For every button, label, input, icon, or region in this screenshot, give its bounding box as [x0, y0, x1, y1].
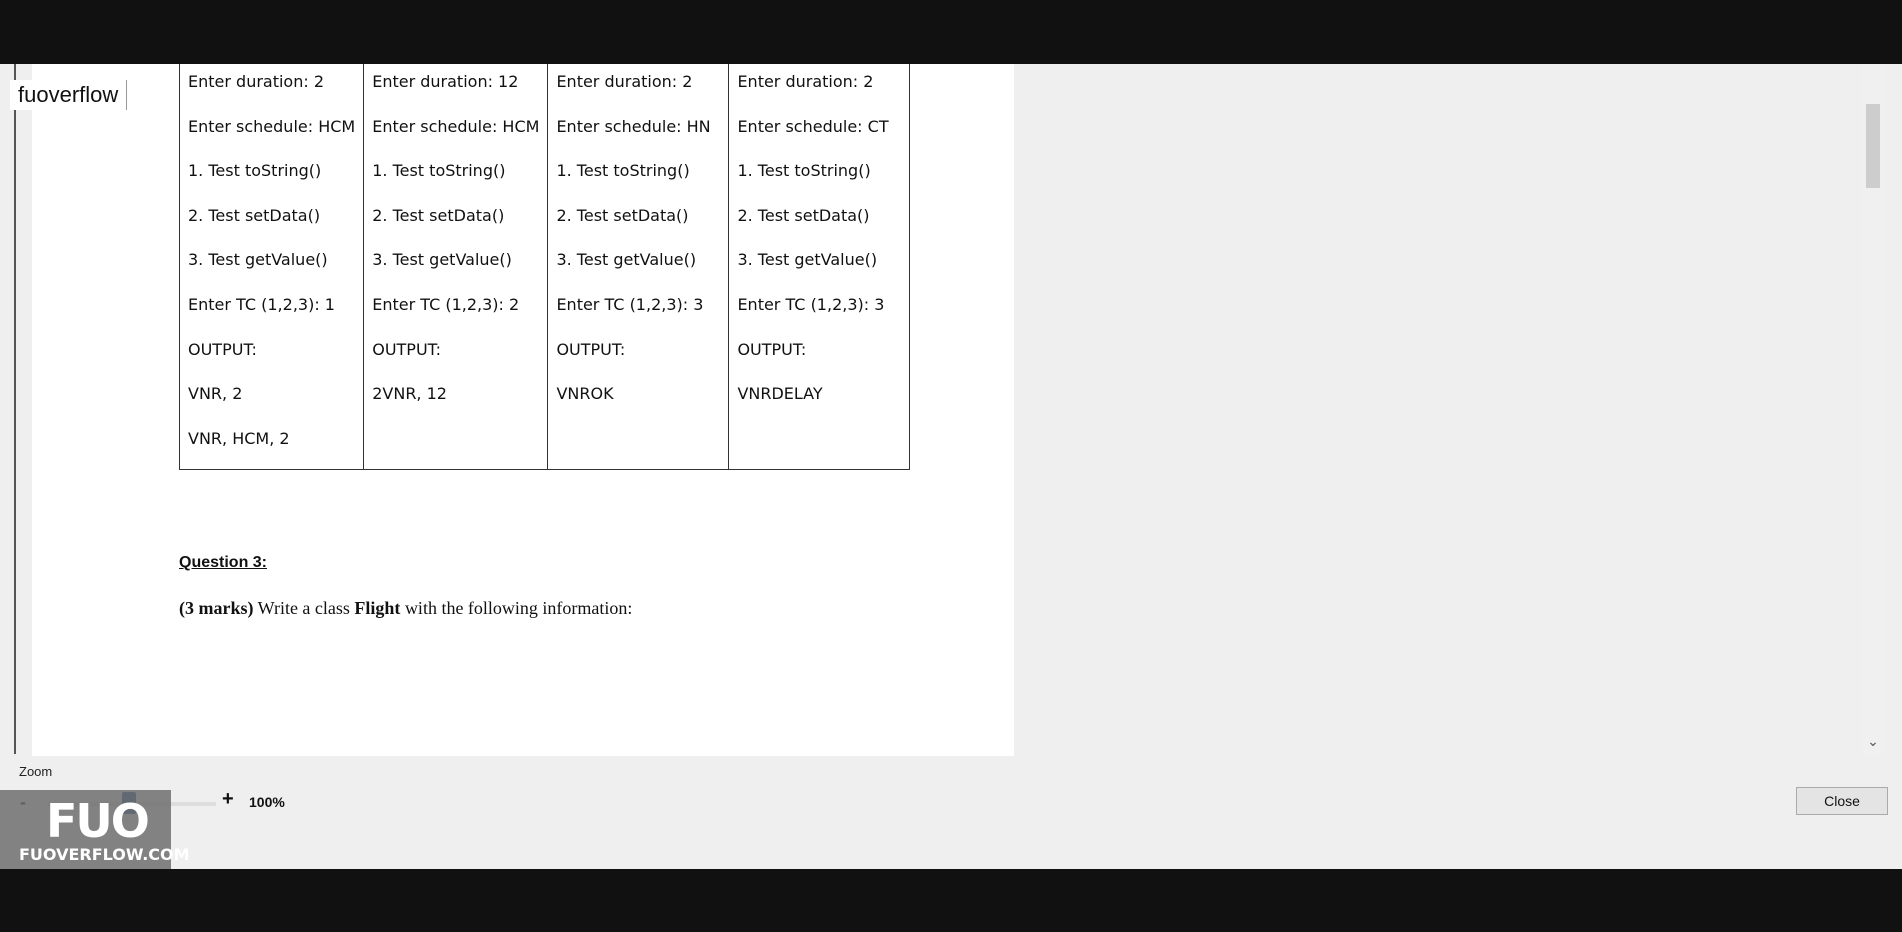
- cell-text: 1. Test toString(): [188, 161, 322, 181]
- zoom-in-button[interactable]: +: [222, 788, 234, 811]
- question-text: (3 marks) Write a class Flight with the …: [179, 598, 632, 619]
- cell-text: Enter schedule: CT: [737, 116, 889, 136]
- cell-text: 3. Test getValue(): [372, 250, 512, 270]
- question-class-name: Flight: [354, 598, 401, 618]
- cell-text: VNROK: [556, 384, 614, 404]
- cell-text: Enter TC (1,2,3): 3: [737, 294, 885, 314]
- left-border: [14, 64, 16, 754]
- cell-text: 1. Test toString(): [737, 161, 871, 181]
- cell-text: 1. Test toString(): [372, 161, 506, 181]
- cell-text: 1. Test toString(): [556, 161, 690, 181]
- chevron-down-icon[interactable]: ⌄: [1866, 732, 1880, 750]
- logo-caption: FUOVERFLOW.COM: [19, 845, 190, 864]
- output-table: Enter duration: 2 Enter schedule: HCM 1.…: [178, 64, 911, 471]
- cell-text: Enter schedule: HN: [556, 116, 711, 136]
- cell-text: 2VNR, 12: [372, 384, 447, 404]
- cell-text: Enter TC (1,2,3): 2: [372, 294, 520, 314]
- zoom-label: Zoom: [19, 764, 53, 779]
- cell-text: OUTPUT:: [737, 339, 807, 359]
- cell-text: Enter schedule: HCM: [188, 116, 356, 136]
- cell-text: Enter duration: 2: [188, 72, 325, 91]
- cell-text: 3. Test getValue(): [556, 250, 697, 270]
- cell-text: 3. Test getValue(): [737, 250, 878, 270]
- cell-text: OUTPUT:: [372, 339, 442, 359]
- scrollbar-thumb[interactable]: [1866, 104, 1880, 188]
- cell-text: VNRDELAY: [737, 384, 823, 404]
- cell-text: Enter TC (1,2,3): 1: [188, 294, 335, 314]
- question-marks: (3 marks): [179, 598, 254, 618]
- cell-text: Enter schedule: HCM: [372, 116, 540, 136]
- cell-text: VNR, 2: [188, 384, 243, 404]
- cell-text: Enter TC (1,2,3): 3: [556, 294, 704, 314]
- logo-mark: FUO: [46, 794, 150, 848]
- cell-text: OUTPUT:: [188, 339, 257, 359]
- table-column-2: Enter duration: 12 Enter schedule: HCM 1…: [363, 64, 549, 471]
- question-text-part: with the following information:: [400, 598, 633, 618]
- cell-text: OUTPUT:: [556, 339, 626, 359]
- viewer-window: Enter duration: 2 Enter schedule: HCM 1.…: [0, 64, 1902, 869]
- table-column-3: Enter duration: 2 Enter schedule: HN 1. …: [547, 64, 730, 471]
- cell-text: Enter duration: 2: [737, 72, 874, 91]
- vertical-scrollbar[interactable]: ⌄: [1862, 64, 1884, 756]
- watermark-label: fuoverflow: [10, 80, 128, 110]
- cell-text: VNR, HCM, 2: [188, 428, 290, 448]
- document-page: Enter duration: 2 Enter schedule: HCM 1.…: [32, 64, 1014, 756]
- cell-text: 2. Test setData(): [556, 205, 689, 225]
- fuoverflow-logo: FUO FUOVERFLOW.COM: [0, 790, 190, 869]
- question-title: Question 3:: [179, 554, 268, 571]
- table-row: Enter duration: 2 Enter schedule: HCM 1.…: [178, 64, 911, 471]
- cell-text: Enter duration: 12: [372, 72, 519, 91]
- table-column-4: Enter duration: 2 Enter schedule: CT 1. …: [728, 64, 911, 471]
- cell-text: 2. Test setData(): [188, 205, 321, 225]
- cell-text: Enter duration: 2: [556, 72, 693, 91]
- question-text-part: Write a class: [253, 598, 355, 618]
- close-button[interactable]: Close: [1796, 787, 1888, 815]
- cell-text: 2. Test setData(): [737, 205, 870, 225]
- table-column-1: Enter duration: 2 Enter schedule: HCM 1.…: [178, 64, 365, 471]
- zoom-value: 100%: [249, 794, 285, 810]
- cell-text: 3. Test getValue(): [188, 250, 328, 270]
- cell-text: 2. Test setData(): [372, 205, 505, 225]
